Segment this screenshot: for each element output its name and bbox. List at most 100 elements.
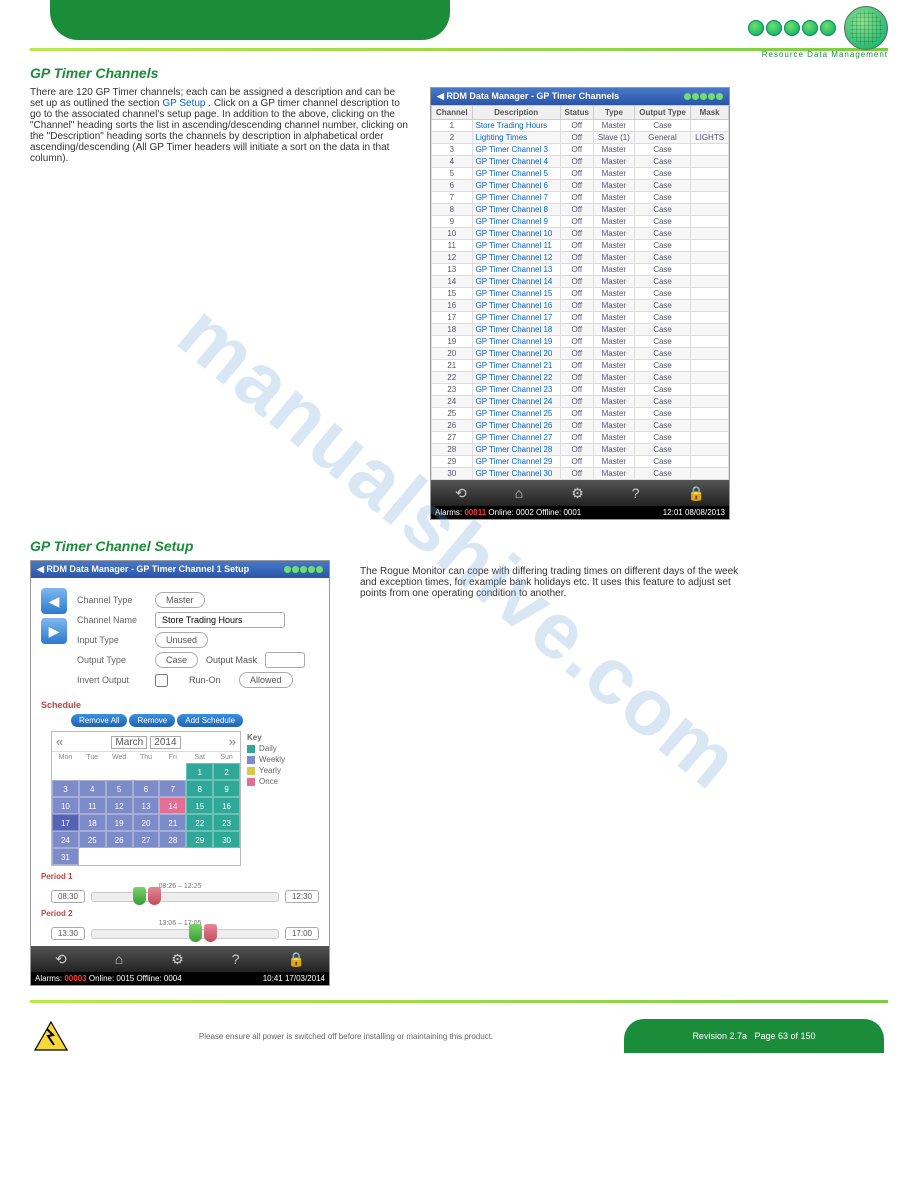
next-month-button[interactable]: » [229,734,236,749]
calendar-day[interactable]: 16 [213,797,240,814]
calendar-day[interactable]: 24 [52,831,79,848]
home-icon[interactable]: ⌂ [115,951,123,967]
gear-icon[interactable]: ⚙ [171,951,184,968]
slider-end-handle[interactable] [148,887,161,905]
table-row[interactable]: 11GP Timer Channel 11OffMasterCase [432,240,729,252]
table-row[interactable]: 14GP Timer Channel 14OffMasterCase [432,276,729,288]
home-icon[interactable]: ⌂ [515,485,523,501]
output-mask-input[interactable] [265,652,305,668]
calendar-day[interactable]: 3 [52,780,79,797]
calendar-day[interactable]: 25 [79,831,106,848]
calendar-day[interactable]: 23 [213,814,240,831]
table-row[interactable]: 23GP Timer Channel 23OffMasterCase [432,384,729,396]
calendar-day[interactable]: 22 [186,814,213,831]
calendar-day[interactable]: 2 [213,763,240,780]
refresh-icon[interactable]: ⟲ [55,951,67,968]
calendar-day[interactable]: 20 [133,814,160,831]
th-description[interactable]: Description [472,106,560,120]
output-type-select[interactable]: Case [155,652,198,668]
table-row[interactable]: 22GP Timer Channel 22OffMasterCase [432,372,729,384]
prev-channel-button[interactable]: ◀ [41,588,67,614]
calendar-day[interactable]: 12 [106,797,133,814]
calendar-day[interactable]: 5 [106,780,133,797]
table-row[interactable]: 18GP Timer Channel 18OffMasterCase [432,324,729,336]
table-row[interactable]: 26GP Timer Channel 26OffMasterCase [432,420,729,432]
period1-end-input[interactable]: 12:30 [285,890,319,903]
table-row[interactable]: 12GP Timer Channel 12OffMasterCase [432,252,729,264]
remove-all-button[interactable]: Remove All [71,714,127,727]
table-row[interactable]: 15GP Timer Channel 15OffMasterCase [432,288,729,300]
next-channel-button[interactable]: ▶ [41,618,67,644]
table-row[interactable]: 4GP Timer Channel 4OffMasterCase [432,156,729,168]
invert-output-checkbox[interactable] [155,674,168,687]
th-status[interactable]: Status [560,106,593,120]
period1-start-input[interactable]: 08:30 [51,890,85,903]
slider-end-handle[interactable] [204,924,217,942]
year-select[interactable]: 2014 [150,736,180,749]
calendar-day[interactable]: 13 [133,797,160,814]
calendar-day[interactable]: 26 [106,831,133,848]
calendar-day[interactable]: 11 [79,797,106,814]
calendar-day[interactable]: 9 [213,780,240,797]
table-row[interactable]: 6GP Timer Channel 6OffMasterCase [432,180,729,192]
table-row[interactable]: 30GP Timer Channel 30OffMasterCase [432,468,729,480]
gear-icon[interactable]: ⚙ [571,485,584,502]
slider-start-handle[interactable] [189,924,202,942]
th-output-type[interactable]: Output Type [634,106,690,120]
calendar-day[interactable]: 31 [52,848,79,865]
slider-start-handle[interactable] [133,887,146,905]
gp-setup-link[interactable]: GP Setup [162,98,205,109]
th-type[interactable]: Type [593,106,634,120]
channel-name-input[interactable] [155,612,285,628]
runon-select[interactable]: Allowed [239,672,293,688]
calendar-day[interactable]: 29 [186,831,213,848]
calendar-day[interactable]: 27 [133,831,160,848]
calendar-day[interactable]: 14 [159,797,186,814]
help-icon[interactable]: ? [232,951,240,967]
table-row[interactable]: 10GP Timer Channel 10OffMasterCase [432,228,729,240]
table-row[interactable]: 7GP Timer Channel 7OffMasterCase [432,192,729,204]
table-row[interactable]: 16GP Timer Channel 16OffMasterCase [432,300,729,312]
calendar-day[interactable]: 15 [186,797,213,814]
table-row[interactable]: 19GP Timer Channel 19OffMasterCase [432,336,729,348]
table-row[interactable]: 1Store Trading HoursOffMasterCase [432,120,729,132]
period2-end-input[interactable]: 17:00 [285,927,319,940]
table-row[interactable]: 24GP Timer Channel 24OffMasterCase [432,396,729,408]
calendar-day[interactable]: 4 [79,780,106,797]
table-row[interactable]: 17GP Timer Channel 17OffMasterCase [432,312,729,324]
table-row[interactable]: 28GP Timer Channel 28OffMasterCase [432,444,729,456]
period2-start-input[interactable]: 13:30 [51,927,85,940]
period2-slider[interactable] [91,929,279,939]
calendar-day[interactable]: 7 [159,780,186,797]
table-row[interactable]: 3GP Timer Channel 3OffMasterCase [432,144,729,156]
period1-slider[interactable] [91,892,279,902]
table-row[interactable]: 25GP Timer Channel 25OffMasterCase [432,408,729,420]
table-row[interactable]: 8GP Timer Channel 8OffMasterCase [432,204,729,216]
calendar-day[interactable]: 1 [186,763,213,780]
calendar-day[interactable]: 21 [159,814,186,831]
lock-icon[interactable]: 🔒 [288,951,305,968]
month-select[interactable]: March [111,736,147,749]
th-channel[interactable]: Channel [432,106,473,120]
remove-button[interactable]: Remove [129,714,175,727]
help-icon[interactable]: ? [632,485,640,501]
calendar-day[interactable]: 8 [186,780,213,797]
calendar-day[interactable]: 28 [159,831,186,848]
input-type-select[interactable]: Unused [155,632,208,648]
calendar-day[interactable]: 17 [52,814,79,831]
calendar-day[interactable]: 10 [52,797,79,814]
th-mask[interactable]: Mask [691,106,729,120]
calendar-day[interactable]: 19 [106,814,133,831]
table-row[interactable]: 21GP Timer Channel 21OffMasterCase [432,360,729,372]
calendar-day[interactable]: 18 [79,814,106,831]
table-row[interactable]: 20GP Timer Channel 20OffMasterCase [432,348,729,360]
channel-type-select[interactable]: Master [155,592,205,608]
refresh-icon[interactable]: ⟲ [455,485,467,502]
calendar-day[interactable]: 6 [133,780,160,797]
table-row[interactable]: 27GP Timer Channel 27OffMasterCase [432,432,729,444]
table-row[interactable]: 29GP Timer Channel 29OffMasterCase [432,456,729,468]
prev-month-button[interactable]: « [56,734,63,749]
add-schedule-button[interactable]: Add Schedule [177,714,243,727]
calendar-day[interactable]: 30 [213,831,240,848]
lock-icon[interactable]: 🔒 [688,485,705,502]
